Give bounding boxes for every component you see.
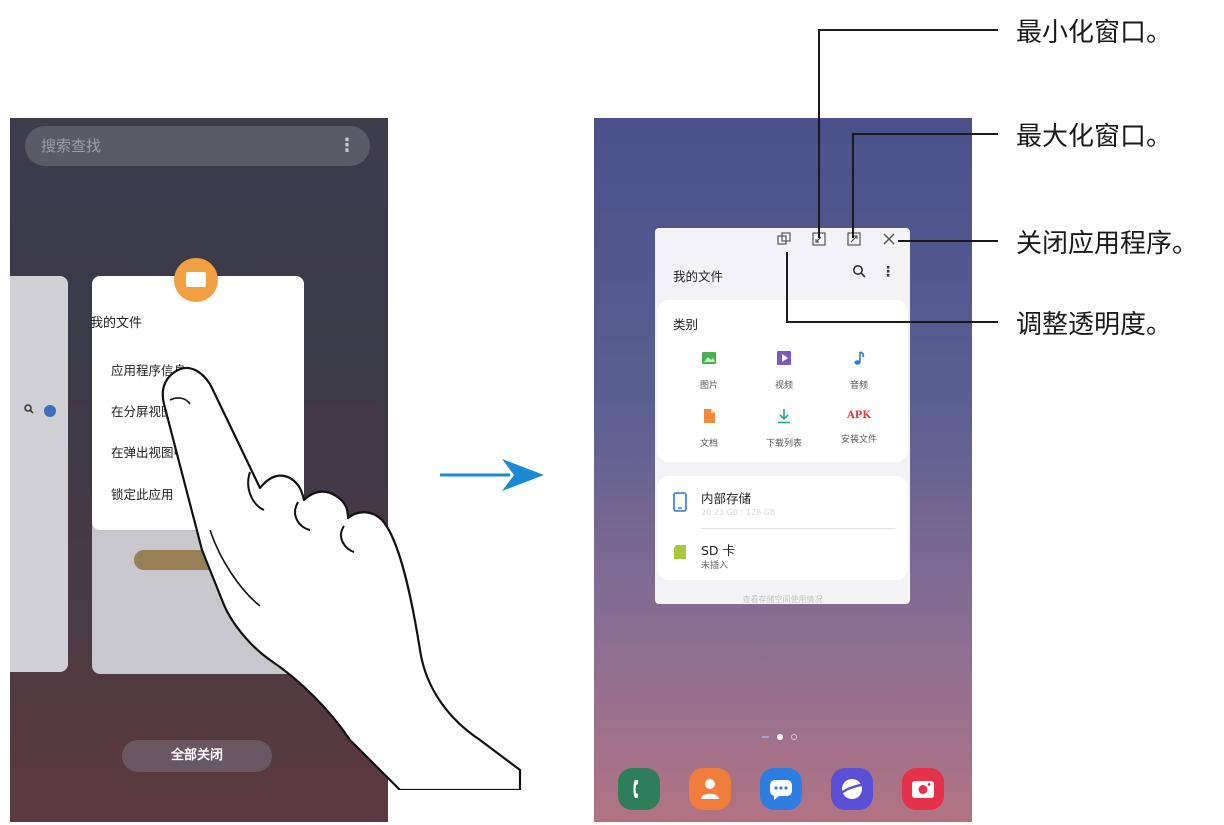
messages-app-icon[interactable] bbox=[760, 768, 802, 810]
search-bar[interactable]: 搜索查找 ⋮ bbox=[25, 126, 370, 166]
categories-card: 类别 图片 视频 音频 文档 下载列表 APK 安装文件 bbox=[657, 300, 908, 462]
apk-icon: APK bbox=[847, 410, 871, 421]
category-label: 安装文件 bbox=[840, 435, 877, 445]
close-icon[interactable] bbox=[881, 232, 897, 248]
camera-icon bbox=[912, 781, 934, 798]
video-icon bbox=[777, 351, 791, 365]
category-label: 音频 bbox=[849, 381, 868, 391]
folder-icon bbox=[186, 272, 206, 287]
internet-app-icon[interactable] bbox=[831, 768, 873, 810]
category-videos[interactable]: 视频 bbox=[749, 350, 819, 391]
storage-card: 内部存储 20.23 GB / 128 GB SD 卡 未插入 bbox=[657, 476, 908, 580]
right-phone-screen: 我的文件 ⋮ 类别 图片 视频 音频 文档 下载列表 APK 安装文件 内部存储… bbox=[594, 118, 972, 822]
my-files-app-icon bbox=[174, 258, 218, 302]
phone-icon bbox=[633, 780, 638, 798]
callout-line bbox=[818, 30, 820, 238]
callout-line bbox=[786, 321, 998, 323]
divider bbox=[701, 528, 895, 529]
opacity-icon[interactable] bbox=[776, 232, 792, 248]
background-app-card[interactable] bbox=[10, 276, 68, 672]
category-label: 文档 bbox=[699, 439, 718, 449]
category-documents[interactable]: 文档 bbox=[674, 408, 744, 449]
account-icon bbox=[44, 405, 56, 417]
music-icon bbox=[854, 351, 865, 365]
popup-app-name: 我的文件 bbox=[89, 316, 142, 331]
internet-icon bbox=[839, 779, 866, 799]
page-indicator bbox=[762, 734, 797, 740]
phone-app-icon[interactable] bbox=[618, 768, 660, 810]
image-icon bbox=[702, 352, 716, 364]
search-placeholder: 搜索查找 bbox=[41, 137, 102, 155]
categories-heading: 类别 bbox=[673, 317, 699, 332]
more-options-icon[interactable]: ⋮ bbox=[338, 126, 356, 166]
maximize-icon[interactable] bbox=[846, 232, 862, 248]
current-page-dot bbox=[777, 734, 783, 740]
callout-maximize: 最大化窗口。 bbox=[1016, 122, 1173, 152]
download-icon bbox=[778, 409, 790, 424]
callout-minimize: 最小化窗口。 bbox=[1016, 18, 1173, 48]
category-images[interactable]: 图片 bbox=[674, 350, 744, 391]
phone-storage-icon bbox=[673, 492, 687, 512]
document-icon bbox=[704, 409, 715, 423]
tapping-hand-illustration bbox=[161, 366, 522, 790]
category-label: 视频 bbox=[774, 381, 793, 391]
storage-item-internal[interactable]: 内部存储 20.23 GB / 128 GB bbox=[657, 482, 908, 526]
storage-name: 内部存储 bbox=[701, 491, 752, 506]
page-dot bbox=[791, 734, 797, 740]
search-icon[interactable] bbox=[852, 264, 866, 282]
callout-line bbox=[852, 134, 854, 238]
storage-detail: 未插入 bbox=[701, 561, 729, 571]
sd-card-icon bbox=[674, 545, 686, 559]
category-downloads[interactable]: 下载列表 bbox=[749, 408, 819, 449]
more-options-icon[interactable]: ⋮ bbox=[881, 264, 895, 280]
callout-line bbox=[786, 252, 788, 322]
search-icon bbox=[24, 404, 34, 417]
category-label: 图片 bbox=[699, 381, 718, 391]
camera-app-icon[interactable] bbox=[902, 768, 944, 810]
home-page-indicator bbox=[762, 736, 769, 738]
callout-line bbox=[852, 133, 998, 135]
transition-arrow bbox=[440, 459, 544, 491]
callout-line bbox=[898, 240, 998, 242]
category-audio[interactable]: 音频 bbox=[824, 350, 894, 391]
callout-opacity: 调整透明度。 bbox=[1016, 310, 1173, 340]
storage-item-sd-card[interactable]: SD 卡 未插入 bbox=[657, 532, 908, 576]
contacts-icon bbox=[701, 779, 719, 799]
messages-icon bbox=[770, 780, 792, 800]
callout-close: 关闭应用程序。 bbox=[1016, 229, 1199, 259]
window-title: 我的文件 bbox=[673, 269, 724, 284]
callout-line bbox=[818, 29, 998, 31]
storage-detail: 20.23 GB / 128 GB bbox=[701, 508, 776, 517]
popup-view-window: 我的文件 ⋮ 类别 图片 视频 音频 文档 下载列表 APK 安装文件 内部存储… bbox=[655, 228, 910, 604]
category-label: 下载列表 bbox=[765, 439, 802, 449]
category-installation-files[interactable]: APK 安装文件 bbox=[824, 408, 894, 445]
storage-name: SD 卡 bbox=[701, 543, 736, 558]
contacts-app-icon[interactable] bbox=[689, 768, 731, 810]
storage-usage-link[interactable]: 查看存储空间使用情况 bbox=[655, 594, 910, 604]
